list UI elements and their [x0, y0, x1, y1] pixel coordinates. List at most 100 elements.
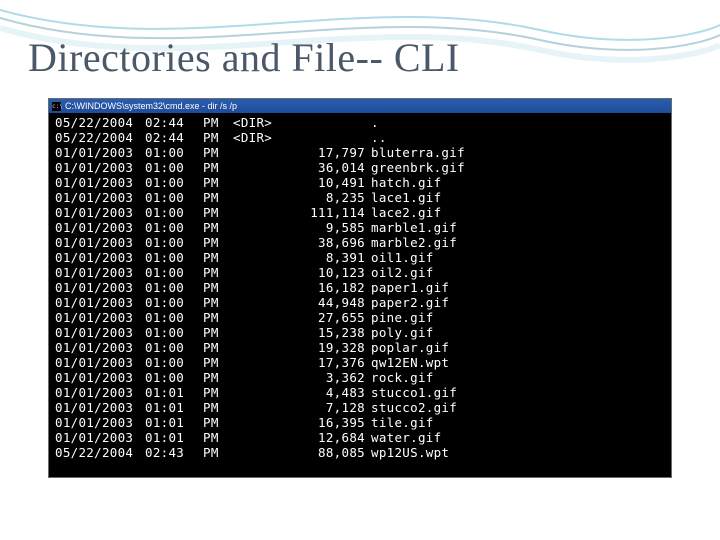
col-dir — [233, 175, 293, 190]
col-name: hatch.gif — [371, 175, 665, 190]
list-item: 01/01/200301:01PM7,128stucco2.gif — [55, 400, 665, 415]
col-date: 01/01/2003 — [55, 430, 145, 445]
col-name: poly.gif — [371, 325, 665, 340]
col-time: 01:00 — [145, 145, 203, 160]
col-size: 4,483 — [293, 385, 371, 400]
col-dir — [233, 205, 293, 220]
col-size — [293, 130, 371, 145]
col-name: lace2.gif — [371, 205, 665, 220]
col-name: stucco1.gif — [371, 385, 665, 400]
col-dir — [233, 415, 293, 430]
col-date: 01/01/2003 — [55, 385, 145, 400]
col-size: 15,238 — [293, 325, 371, 340]
col-size: 36,014 — [293, 160, 371, 175]
terminal-output[interactable]: 05/22/200402:44PM<DIR>.05/22/200402:44PM… — [49, 113, 671, 477]
col-size — [293, 115, 371, 130]
col-ampm: PM — [203, 160, 233, 175]
col-time: 01:00 — [145, 355, 203, 370]
col-ampm: PM — [203, 130, 233, 145]
col-ampm: PM — [203, 325, 233, 340]
col-size: 3,362 — [293, 370, 371, 385]
col-name: poplar.gif — [371, 340, 665, 355]
col-time: 01:00 — [145, 175, 203, 190]
col-ampm: PM — [203, 175, 233, 190]
cmd-titlebar[interactable]: c:\ C:\WINDOWS\system32\cmd.exe - dir /s… — [49, 99, 671, 113]
col-size: 38,696 — [293, 235, 371, 250]
col-dir — [233, 190, 293, 205]
col-time: 02:43 — [145, 445, 203, 460]
list-item: 01/01/200301:00PM10,491hatch.gif — [55, 175, 665, 190]
list-item: 01/01/200301:00PM8,235lace1.gif — [55, 190, 665, 205]
col-dir — [233, 160, 293, 175]
col-ampm: PM — [203, 250, 233, 265]
col-time: 01:00 — [145, 310, 203, 325]
col-ampm: PM — [203, 400, 233, 415]
col-time: 01:00 — [145, 190, 203, 205]
col-dir — [233, 280, 293, 295]
col-date: 01/01/2003 — [55, 415, 145, 430]
list-item: 01/01/200301:00PM17,797bluterra.gif — [55, 145, 665, 160]
col-date: 01/01/2003 — [55, 280, 145, 295]
list-item: 01/01/200301:00PM16,182paper1.gif — [55, 280, 665, 295]
col-ampm: PM — [203, 430, 233, 445]
col-size: 44,948 — [293, 295, 371, 310]
col-dir: <DIR> — [233, 115, 293, 130]
col-dir: <DIR> — [233, 130, 293, 145]
list-item: 01/01/200301:00PM 36,014greenbrk.gif — [55, 160, 665, 175]
col-size: 27,655 — [293, 310, 371, 325]
col-ampm: PM — [203, 220, 233, 235]
col-ampm: PM — [203, 340, 233, 355]
col-time: 01:00 — [145, 295, 203, 310]
col-ampm: PM — [203, 145, 233, 160]
col-ampm: PM — [203, 385, 233, 400]
col-time: 01:00 — [145, 340, 203, 355]
col-time: 01:00 — [145, 250, 203, 265]
col-date: 01/01/2003 — [55, 220, 145, 235]
col-dir — [233, 340, 293, 355]
col-name: greenbrk.gif — [371, 160, 665, 175]
col-time: 01:00 — [145, 235, 203, 250]
col-ampm: PM — [203, 445, 233, 460]
col-date: 05/22/2004 — [55, 115, 145, 130]
col-date: 01/01/2003 — [55, 160, 145, 175]
col-name: paper2.gif — [371, 295, 665, 310]
col-size: 16,182 — [293, 280, 371, 295]
col-ampm: PM — [203, 190, 233, 205]
list-item: 01/01/200301:00PM9,585marble1.gif — [55, 220, 665, 235]
col-name: marble2.gif — [371, 235, 665, 250]
col-time: 01:00 — [145, 160, 203, 175]
col-date: 01/01/2003 — [55, 370, 145, 385]
col-ampm: PM — [203, 280, 233, 295]
col-date: 01/01/2003 — [55, 325, 145, 340]
col-name: . — [371, 115, 665, 130]
col-dir — [233, 445, 293, 460]
col-time: 01:00 — [145, 370, 203, 385]
col-dir — [233, 295, 293, 310]
col-date: 05/22/2004 — [55, 130, 145, 145]
col-name: .. — [371, 130, 665, 145]
col-name: bluterra.gif — [371, 145, 665, 160]
list-item: 05/22/200402:44PM<DIR>. — [55, 115, 665, 130]
col-date: 01/01/2003 — [55, 205, 145, 220]
col-date: 01/01/2003 — [55, 145, 145, 160]
col-size: 10,123 — [293, 265, 371, 280]
list-item: 01/01/200301:00PM15,238poly.gif — [55, 325, 665, 340]
col-ampm: PM — [203, 415, 233, 430]
list-item: 01/01/200301:01PM12,684water.gif — [55, 430, 665, 445]
col-size: 19,328 — [293, 340, 371, 355]
col-ampm: PM — [203, 115, 233, 130]
col-time: 01:01 — [145, 415, 203, 430]
col-date: 01/01/2003 — [55, 340, 145, 355]
col-time: 01:00 — [145, 280, 203, 295]
list-item: 01/01/200301:00PM 19,328poplar.gif — [55, 340, 665, 355]
col-name: water.gif — [371, 430, 665, 445]
col-size: 8,391 — [293, 250, 371, 265]
list-item: 01/01/200301:00PM17,376qw12EN.wpt — [55, 355, 665, 370]
col-size: 8,235 — [293, 190, 371, 205]
col-dir — [233, 370, 293, 385]
cmd-icon: c:\ — [52, 102, 61, 111]
list-item: 01/01/200301:00PM3,362rock.gif — [55, 370, 665, 385]
col-time: 01:00 — [145, 205, 203, 220]
cmd-window: c:\ C:\WINDOWS\system32\cmd.exe - dir /s… — [48, 98, 672, 478]
list-item: 01/01/200301:01PM16,395tile.gif — [55, 415, 665, 430]
